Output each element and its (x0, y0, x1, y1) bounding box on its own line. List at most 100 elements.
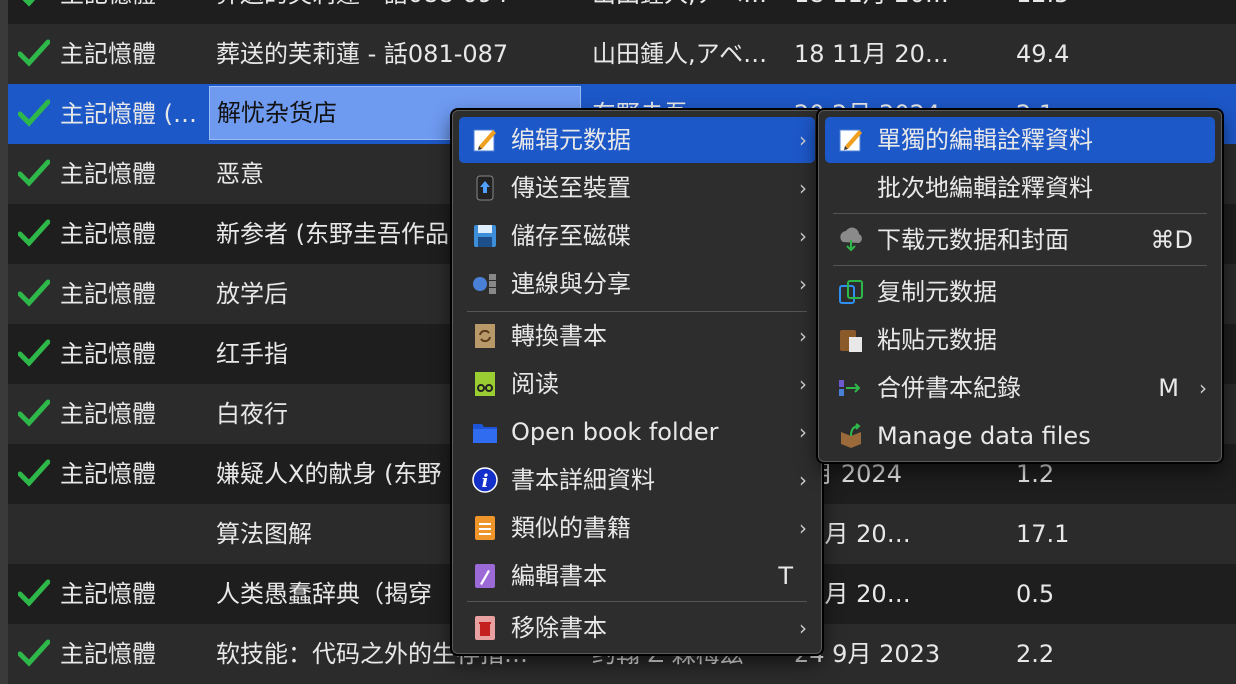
menu-item-label: 連線與分享 (511, 270, 631, 298)
submenu-item-label: 复制元数据 (877, 278, 997, 306)
menu-item-book-details[interactable]: i 書本詳細資料 › (459, 457, 815, 503)
context-menu: 编辑元数据 › 傳送至裝置 › 儲存至磁碟 › 連線與分享 › 轉換書本 › 阅… (452, 110, 822, 654)
cell-library: 主記憶體 (60, 280, 156, 308)
menu-item-label: 編輯書本 (511, 562, 607, 590)
submenu-item-edit-individually[interactable]: 單獨的編輯詮釋資料 (825, 117, 1215, 163)
checkmark-icon (18, 339, 50, 367)
submenu-item-edit-bulk[interactable]: 批次地編輯詮釋資料 (825, 165, 1215, 211)
menu-item-label: 移除書本 (511, 614, 607, 642)
menu-item-label: 類似的書籍 (511, 514, 631, 542)
info-icon: i (472, 467, 498, 493)
menu-item-similar-books[interactable]: 類似的書籍 › (459, 505, 815, 551)
submenu-item-copy-metadata[interactable]: 复制元数据 (825, 269, 1215, 315)
cell-date: 18 11月 20… (794, 0, 994, 24)
row-gutter (0, 84, 8, 144)
row-gutter (0, 0, 8, 24)
cell-size: 0.5 (1016, 580, 1055, 608)
cell-size: 2.2 (1016, 640, 1055, 668)
checkmark-icon (18, 159, 50, 187)
cell-library: 主記憶體 (… (60, 100, 197, 128)
row-gutter (0, 504, 8, 564)
cell-library: 主記憶體 (60, 40, 156, 68)
checkmark-icon (18, 639, 50, 667)
shortcut-label: M (1158, 374, 1179, 402)
submenu-item-download-metadata[interactable]: 下载元数据和封面 ⌘D (825, 217, 1215, 263)
chevron-right-icon: › (799, 420, 807, 444)
download-metadata-icon (840, 227, 862, 252)
send-to-device-icon (476, 175, 494, 201)
connect-share-icon (473, 274, 496, 294)
cell-title: 葬送的芙莉蓮 - 話081-087 (216, 40, 509, 68)
cell-author: 山田鍾人,アベ… (592, 40, 768, 68)
chevron-right-icon: › (799, 616, 807, 640)
menu-item-label: 書本詳細資料 (511, 466, 655, 494)
menu-item-label: 阅读 (511, 370, 559, 398)
row-gutter (0, 144, 8, 204)
cell-library: 主記憶體 (60, 400, 156, 428)
submenu-item-merge-books[interactable]: 合併書本紀錄 M › (825, 365, 1215, 411)
submenu-item-label: 單獨的編輯詮釋資料 (877, 126, 1093, 154)
submenu-item-manage-data-files[interactable]: Manage data files (825, 413, 1215, 459)
chevron-right-icon: › (799, 468, 807, 492)
menu-item-label: Open book folder (511, 418, 719, 446)
cell-date: 11月 20… (794, 580, 911, 608)
cell-date: 18 11月 20… (794, 40, 949, 68)
menu-item-remove-books[interactable]: 移除書本 › (459, 605, 815, 651)
chevron-right-icon: › (799, 128, 807, 152)
cell-library: 主記憶體 (60, 0, 200, 24)
submenu-item-label: 粘贴元数据 (877, 326, 997, 354)
row-gutter (0, 264, 8, 324)
table-row[interactable]: 主記憶體 葬送的芙莉蓮 - 話081-087 山田鍾人,アベ… 18 11月 20… 4… (0, 24, 1236, 84)
chevron-right-icon: › (799, 516, 807, 540)
table-row[interactable]: 主記憶體葬送的芙莉蓮 - 話088-094 山田鍾人,アベ… 18 11月 20… 1… (0, 0, 1236, 24)
chevron-right-icon: › (799, 324, 807, 348)
svg-text:i: i (482, 471, 489, 492)
menu-item-convert-books[interactable]: 轉換書本 › (459, 313, 815, 359)
checkmark-icon (22, 0, 36, 7)
menu-separator (467, 311, 807, 312)
row-gutter (0, 324, 8, 384)
edit-metadata-icon (473, 129, 496, 152)
chevron-right-icon: › (799, 372, 807, 396)
cell-library: 主記憶體 (60, 580, 156, 608)
checkmark-icon (18, 579, 50, 607)
copy-metadata-icon (839, 280, 863, 304)
menu-separator (833, 213, 1207, 214)
manage-data-files-icon (841, 423, 861, 448)
chevron-right-icon: › (1199, 376, 1207, 400)
checkmark-icon (18, 39, 50, 67)
menu-item-edit-book[interactable]: 編輯書本 T (459, 553, 815, 599)
checkmark-icon (18, 459, 50, 487)
edit-metadata-icon (839, 129, 862, 152)
menu-item-read[interactable]: 阅读 › (459, 361, 815, 407)
row-gutter (0, 564, 8, 624)
row-gutter (0, 24, 8, 84)
paste-metadata-icon (840, 330, 862, 352)
menu-item-send-to-device[interactable]: 傳送至裝置 › (459, 165, 815, 211)
menu-item-connect-share[interactable]: 連線與分享 › (459, 261, 815, 307)
cell-author: 山田鍾人,アベ… (592, 0, 782, 24)
checkmark-icon (18, 219, 50, 247)
submenu-item-label: 批次地編輯詮釋資料 (877, 174, 1093, 202)
edit-metadata-submenu: 單獨的編輯詮釋資料 批次地編輯詮釋資料 下载元数据和封面 ⌘D 复制元数据 粘贴… (818, 110, 1222, 462)
cell-library: 主記憶體 (60, 460, 156, 488)
submenu-item-paste-metadata[interactable]: 粘贴元数据 (825, 317, 1215, 363)
chevron-right-icon: › (799, 224, 807, 248)
menu-item-save-to-disk[interactable]: 儲存至磁碟 › (459, 213, 815, 259)
cell-library: 主記憶體 (60, 340, 156, 368)
save-to-disk-icon (474, 225, 496, 247)
chevron-right-icon: › (799, 272, 807, 296)
row-gutter (0, 204, 8, 264)
chevron-right-icon: › (799, 176, 807, 200)
menu-item-label: 傳送至裝置 (511, 174, 631, 202)
folder-icon (473, 424, 497, 443)
merge-books-icon (839, 380, 861, 396)
menu-item-edit-metadata[interactable]: 编辑元数据 › (459, 117, 815, 163)
cell-size: 49.4 (1016, 40, 1070, 68)
cell-size: 17.1 (1016, 520, 1070, 548)
menu-item-open-book-folder[interactable]: Open book folder › (459, 409, 815, 455)
menu-item-label: 编辑元数据 (511, 126, 631, 154)
checkmark-icon (18, 279, 50, 307)
cell-title: 解忧杂货店 (217, 99, 337, 127)
menu-item-label: 轉換書本 (511, 322, 607, 350)
